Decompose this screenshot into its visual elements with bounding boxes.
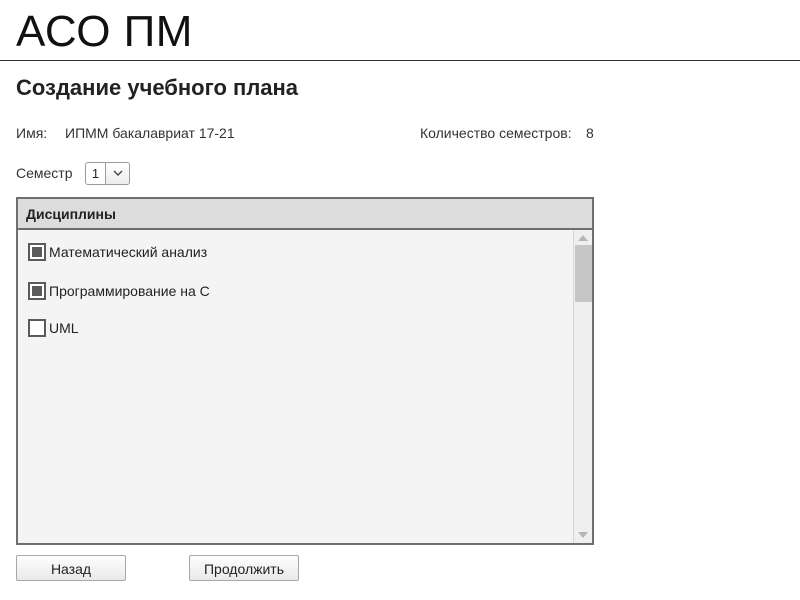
- discipline-item[interactable]: Программирование на С: [28, 281, 210, 301]
- semester-dropdown-button[interactable]: [106, 163, 129, 184]
- scrollbar-thumb[interactable]: [575, 245, 592, 302]
- header-divider: [0, 60, 800, 61]
- chevron-down-icon: [113, 170, 122, 176]
- disciplines-scrollbar[interactable]: [573, 230, 592, 543]
- discipline-item[interactable]: UML: [28, 318, 79, 338]
- discipline-checkbox[interactable]: [28, 319, 46, 337]
- back-button[interactable]: Назад: [16, 555, 126, 581]
- page-title: Создание учебного плана: [16, 75, 299, 100]
- discipline-label: Математический анализ: [49, 244, 208, 260]
- discipline-label: Программирование на С: [49, 283, 210, 299]
- semester-select[interactable]: 1: [85, 162, 130, 185]
- scroll-up-button[interactable]: [574, 231, 592, 245]
- semester-count-label: Количество семестров:: [420, 125, 572, 141]
- discipline-checkbox[interactable]: [28, 282, 46, 300]
- triangle-up-icon: [578, 235, 588, 241]
- discipline-item[interactable]: Математический анализ: [28, 242, 207, 262]
- semester-label: Семестр: [16, 165, 73, 181]
- discipline-checkbox[interactable]: [28, 243, 46, 261]
- continue-button[interactable]: Продолжить: [189, 555, 299, 581]
- name-label: Имя:: [16, 125, 48, 141]
- semester-count-value: 8: [586, 125, 594, 141]
- name-value: ИПММ бакалавриат 17-21: [65, 125, 235, 141]
- triangle-down-icon: [578, 532, 588, 538]
- discipline-label: UML: [49, 320, 79, 336]
- disciplines-list: Математический анализ Программирование н…: [18, 230, 573, 543]
- disciplines-header: Дисциплины: [18, 199, 592, 230]
- scroll-down-button[interactable]: [574, 528, 592, 542]
- app-title: АСО ПМ: [16, 7, 193, 56]
- disciplines-panel: Дисциплины Математический анализ Програм…: [16, 197, 594, 545]
- semester-select-value: 1: [86, 163, 106, 184]
